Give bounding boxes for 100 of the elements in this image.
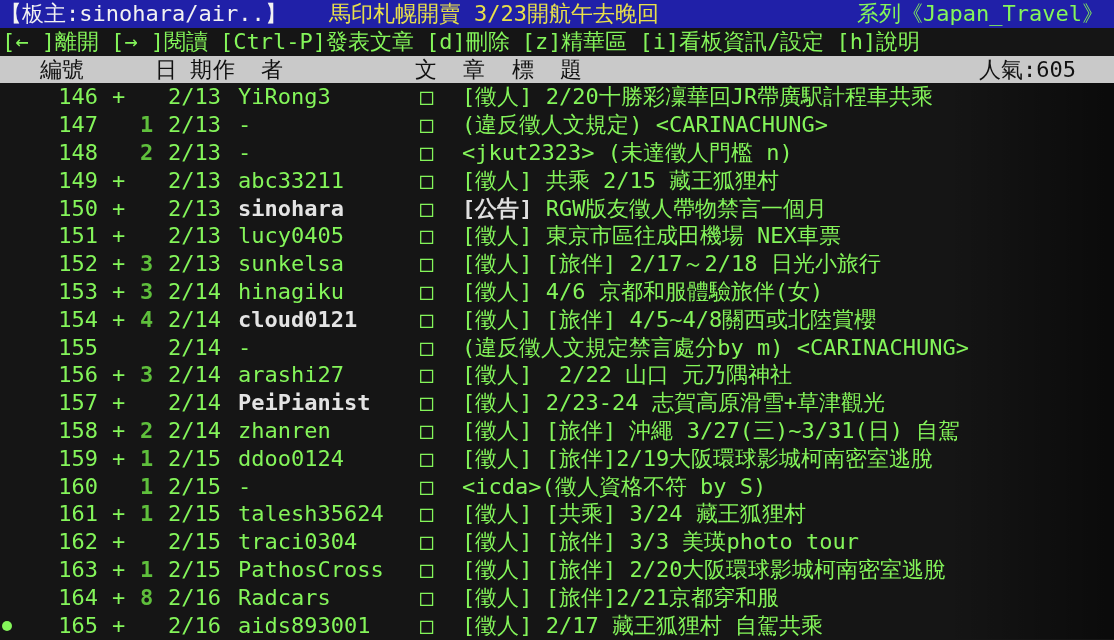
post-author: talesh35624 bbox=[238, 500, 385, 529]
post-number: 159 bbox=[57, 444, 98, 473]
post-number: 162 bbox=[57, 528, 98, 556]
post-number: 150 bbox=[57, 194, 98, 223]
post-number: 156 bbox=[57, 361, 98, 390]
post-date: 2/13 bbox=[168, 139, 222, 167]
post-date: 2/14 bbox=[168, 416, 222, 445]
post-author: YiRong3 bbox=[238, 83, 332, 112]
menu-command[interactable]: [Ctrl-P]發表文章 bbox=[219, 27, 414, 56]
unread-mark: + bbox=[111, 389, 127, 417]
menu-command[interactable]: [h]說明 bbox=[836, 27, 921, 56]
post-date: 2/16 bbox=[168, 611, 222, 640]
post-number: 155 bbox=[57, 333, 98, 362]
post-date: 2/13 bbox=[168, 194, 222, 223]
column-heading: 編號 bbox=[40, 55, 85, 84]
post-title[interactable]: (違反徵人文規定禁言處分by m) <CARINACHUNG> bbox=[462, 333, 1114, 362]
post-title[interactable]: [徵人] 2/17 藏王狐狸村 自駕共乘 bbox=[462, 611, 1114, 640]
post-number: 149 bbox=[57, 166, 98, 195]
post-number: 158 bbox=[57, 416, 98, 445]
post-author: cloud0121 bbox=[238, 305, 359, 334]
post-number: 146 bbox=[57, 83, 98, 112]
post-title[interactable]: [徵人] 2/20十勝彩凜華回JR帶廣駅計程車共乘 bbox=[462, 83, 1114, 112]
comment-count: 3 bbox=[140, 277, 155, 306]
post-title[interactable]: [徵人] 4/6 京都和服體驗旅伴(女) bbox=[462, 277, 1114, 306]
post-author: - bbox=[238, 139, 253, 167]
column-heading: 日 期 bbox=[155, 55, 213, 84]
post-title[interactable]: [徵人] [旅伴] 4/5~4/8關西或北陸賞櫻 bbox=[462, 305, 1114, 334]
post-title[interactable]: [公告] RGW版友徵人帶物禁言一個月 bbox=[462, 194, 1114, 223]
post-date: 2/13 bbox=[168, 222, 222, 251]
unread-mark: + bbox=[111, 500, 127, 529]
post-title[interactable]: [徵人] [旅伴] 2/17～2/18 日光小旅行 bbox=[462, 250, 1114, 278]
post-author: sinohara bbox=[238, 194, 345, 223]
comment-count: 2 bbox=[140, 416, 155, 445]
post-author: sunkelsa bbox=[238, 250, 345, 278]
post-date: 2/14 bbox=[168, 361, 222, 390]
status-symbol: □ bbox=[420, 500, 435, 529]
post-title[interactable]: [徵人] [旅伴]2/21京都穿和服 bbox=[462, 583, 1114, 612]
post-title[interactable]: [徵人] [旅伴] 2/20大阪環球影城柯南密室逃脫 bbox=[462, 555, 1114, 584]
comment-count: 3 bbox=[140, 250, 155, 278]
post-title[interactable]: [徵人] 共乘 2/15 藏王狐狸村 bbox=[462, 166, 1114, 195]
post-date: 2/13 bbox=[168, 250, 222, 278]
unread-mark: + bbox=[111, 305, 127, 334]
status-symbol: □ bbox=[420, 250, 435, 278]
status-symbol: □ bbox=[420, 139, 435, 167]
status-symbol: □ bbox=[420, 389, 435, 417]
post-number: 153 bbox=[57, 277, 98, 306]
post-author: arashi27 bbox=[238, 361, 345, 390]
menu-command[interactable]: [← ]離開 bbox=[2, 27, 99, 56]
post-author: - bbox=[238, 333, 253, 362]
comment-count: 2 bbox=[140, 139, 155, 167]
status-symbol: □ bbox=[420, 277, 435, 306]
post-title[interactable]: [徵人] [旅伴] 3/3 美瑛photo tour bbox=[462, 528, 1114, 556]
post-author: zhanren bbox=[238, 416, 332, 445]
unread-mark: + bbox=[111, 277, 127, 306]
post-title[interactable]: <icda>(徵人資格不符 by S) bbox=[462, 472, 1114, 501]
status-symbol: □ bbox=[420, 611, 435, 640]
post-date: 2/15 bbox=[168, 528, 222, 556]
post-title[interactable]: [徵人] [共乘] 3/24 藏王狐狸村 bbox=[462, 500, 1114, 529]
unread-mark: + bbox=[111, 194, 127, 223]
post-author: - bbox=[238, 472, 253, 501]
post-author: PeiPianist bbox=[238, 389, 372, 417]
post-date: 2/15 bbox=[168, 472, 222, 501]
post-author: aids893001 bbox=[238, 611, 372, 640]
post-date: 2/14 bbox=[168, 277, 222, 306]
post-date: 2/13 bbox=[168, 83, 222, 112]
post-number: 164 bbox=[57, 583, 98, 612]
post-title[interactable]: [徵人] 2/23-24 志賀高原滑雪+草津觀光 bbox=[462, 389, 1114, 417]
unread-mark: + bbox=[111, 555, 127, 584]
post-title[interactable]: [徵人] 東京市區往成田機場 NEX車票 bbox=[462, 222, 1114, 251]
post-title[interactable]: [徵人] [旅伴]2/19大阪環球影城柯南密室逃脫 bbox=[462, 444, 1114, 473]
post-title[interactable]: [徵人] [旅伴] 沖繩 3/27(三)~3/31(日) 自駕 bbox=[462, 416, 1114, 445]
post-date: 2/13 bbox=[168, 166, 222, 195]
post-number: 165 bbox=[57, 611, 98, 640]
menu-command[interactable]: [→ ]閱讀 bbox=[111, 27, 208, 56]
post-author: - bbox=[238, 111, 253, 139]
comment-count: 8 bbox=[140, 583, 155, 612]
board-owner: 【板主:sinohara/air..】 bbox=[0, 0, 287, 28]
comment-count: 3 bbox=[140, 361, 155, 390]
post-number: 154 bbox=[57, 305, 98, 334]
post-number: 157 bbox=[57, 389, 98, 417]
unread-mark: + bbox=[111, 250, 127, 278]
post-number: 161 bbox=[57, 500, 98, 529]
comment-count: 1 bbox=[140, 472, 155, 501]
unread-mark: + bbox=[111, 611, 127, 640]
status-symbol: □ bbox=[420, 83, 435, 112]
unread-mark: + bbox=[111, 361, 127, 390]
status-symbol: □ bbox=[420, 333, 435, 362]
post-author: traci0304 bbox=[238, 528, 359, 556]
comment-count: 1 bbox=[140, 500, 155, 529]
menu-command[interactable]: [i]看板資訊/設定 bbox=[639, 27, 825, 56]
menu-command[interactable]: [z]精華區 bbox=[521, 27, 628, 56]
status-symbol: □ bbox=[420, 111, 435, 139]
post-title[interactable]: <jkut2323> (未達徵人門檻 n) bbox=[462, 139, 1114, 167]
menu-command[interactable]: [d]刪除 bbox=[425, 27, 510, 56]
status-symbol: □ bbox=[420, 166, 435, 195]
status-symbol: □ bbox=[420, 444, 435, 473]
status-symbol: □ bbox=[420, 305, 435, 334]
post-date: 2/15 bbox=[168, 444, 222, 473]
post-title[interactable]: [徵人] 2/22 山口 元乃隅神社 bbox=[462, 361, 1114, 390]
post-title[interactable]: (違反徵人文規定) <CARINACHUNG> bbox=[462, 111, 1114, 139]
